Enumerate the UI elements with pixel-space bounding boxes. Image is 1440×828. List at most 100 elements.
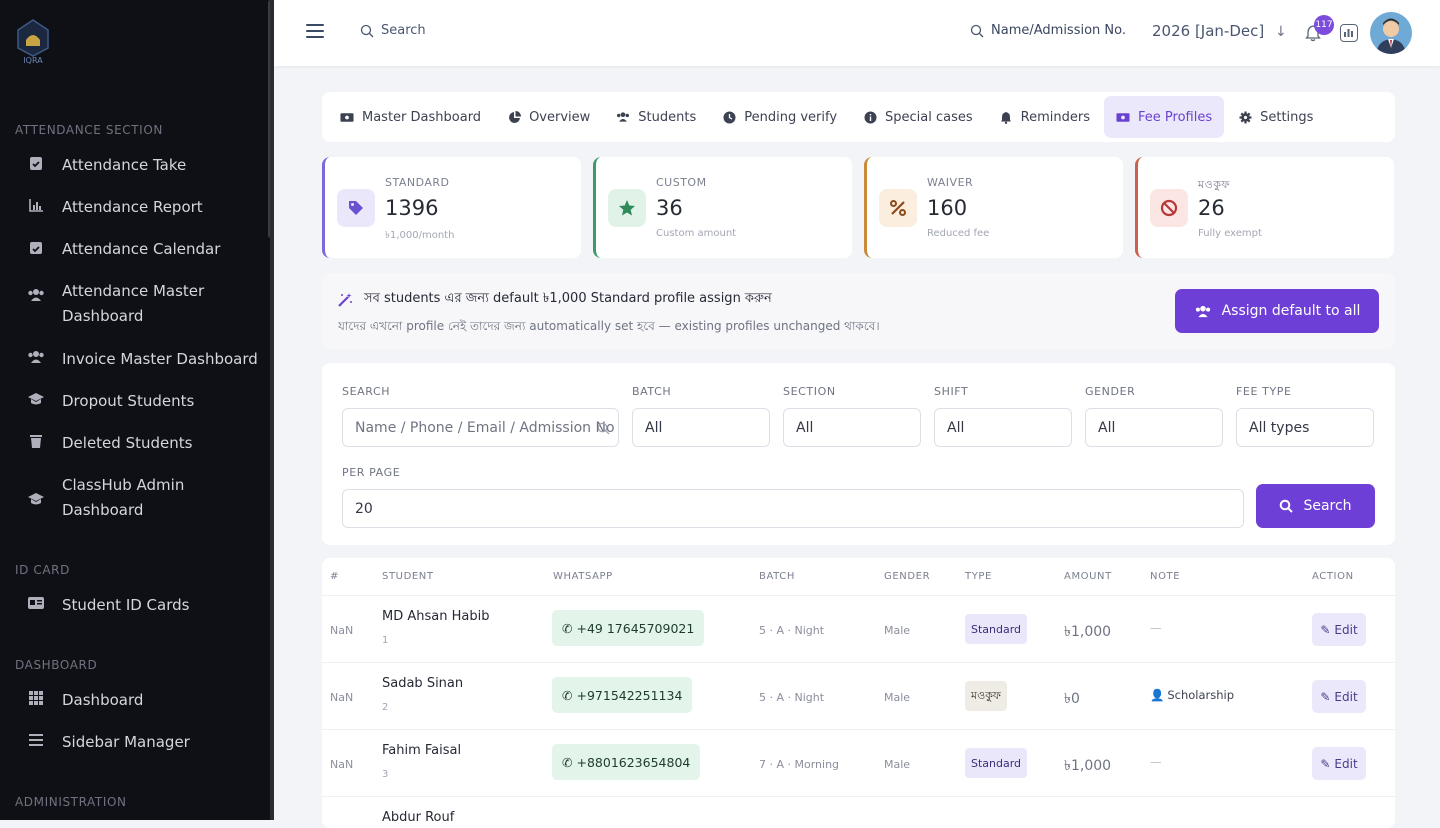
search-filter-label: SEARCH bbox=[342, 385, 391, 398]
sidebar-item-attendance-master[interactable]: Attendance Master Dashboard bbox=[0, 279, 270, 329]
search-icon bbox=[970, 24, 984, 37]
edit-button[interactable]: ✎ Edit bbox=[1312, 747, 1366, 780]
edit-icon: ✎ bbox=[1320, 622, 1331, 637]
fee-type-select[interactable]: All types bbox=[1236, 408, 1374, 447]
gender-cell: Male bbox=[884, 691, 911, 704]
clock-icon bbox=[722, 110, 736, 124]
edit-button[interactable]: ✎ Edit bbox=[1312, 680, 1366, 713]
student-name[interactable]: MD Ahsan Habib bbox=[382, 609, 489, 624]
stat-card-waiver: WAIVER 160 Reduced fee bbox=[864, 157, 1123, 258]
gender-select[interactable]: All bbox=[1085, 408, 1223, 447]
sidebar-item-dashboard[interactable]: Dashboard bbox=[0, 688, 270, 713]
list-icon bbox=[26, 730, 46, 750]
shift-select[interactable]: All bbox=[934, 408, 1072, 447]
tab-bar: Master Dashboard Overview Students Pendi… bbox=[322, 92, 1395, 142]
table-header-whatsapp: WHATSAPP bbox=[553, 571, 613, 582]
search-input[interactable]: Name / Phone / Email / Admission No bbox=[342, 408, 619, 447]
table-header-action: ACTION bbox=[1312, 571, 1354, 582]
tab-label: Overview bbox=[529, 109, 591, 125]
student-name[interactable]: Fahim Faisal bbox=[382, 743, 461, 758]
per-page-input[interactable]: 20 bbox=[342, 489, 1244, 528]
stat-label: মওকুফ bbox=[1198, 178, 1230, 191]
tab-reminders[interactable]: Reminders bbox=[987, 96, 1102, 138]
table-header-index: # bbox=[330, 571, 339, 582]
search-button[interactable]: Search bbox=[1256, 484, 1375, 528]
note-cell: — bbox=[1150, 755, 1162, 769]
stat-value: 36 bbox=[656, 196, 683, 220]
student-name[interactable]: Abdur Rouf bbox=[382, 810, 454, 825]
table-row: NaN MD Ahsan Habib 1 ✆ +49 17645709021 5 … bbox=[322, 595, 1395, 662]
clipboard-check-icon bbox=[26, 153, 46, 173]
tab-label: Master Dashboard bbox=[362, 109, 482, 125]
avatar[interactable] bbox=[1370, 12, 1412, 54]
tab-special-cases[interactable]: Special cases bbox=[851, 96, 985, 138]
whatsapp-number: +49 17645709021 bbox=[576, 620, 695, 636]
sidebar-item-label: Student ID Cards bbox=[62, 596, 190, 614]
gear-icon bbox=[1238, 110, 1252, 124]
assign-default-button[interactable]: Assign default to all bbox=[1175, 289, 1379, 333]
tab-fee-profiles[interactable]: Fee Profiles bbox=[1104, 96, 1225, 138]
section-select[interactable]: All bbox=[783, 408, 921, 447]
year-selector[interactable]: 2026 [Jan-Dec] ↓ bbox=[1152, 22, 1287, 40]
whatsapp-link[interactable]: ✆ +49 17645709021 bbox=[552, 610, 705, 646]
tab-master-dashboard[interactable]: Master Dashboard bbox=[328, 96, 493, 138]
money-icon bbox=[1116, 110, 1130, 124]
top-search[interactable]: Search bbox=[360, 23, 426, 38]
whatsapp-link[interactable]: ✆ +8801623654804 bbox=[552, 744, 701, 780]
tab-pending-verify[interactable]: Pending verify bbox=[710, 96, 849, 138]
tab-students[interactable]: Students bbox=[604, 96, 708, 138]
batch-filter-label: BATCH bbox=[632, 385, 672, 398]
type-badge: Standard bbox=[965, 748, 1028, 778]
whatsapp-link[interactable]: ✆ +971542251134 bbox=[552, 677, 693, 713]
notification-badge: 117 bbox=[1314, 15, 1334, 35]
id-card-icon bbox=[26, 593, 46, 613]
whatsapp-number: +8801623654804 bbox=[576, 754, 691, 770]
search-icon bbox=[360, 24, 374, 37]
sidebar-scrollbar[interactable] bbox=[268, 0, 270, 238]
amount-cell: ৳1,000 bbox=[1064, 624, 1112, 640]
percent-icon bbox=[879, 189, 917, 227]
per-page-value: 20 bbox=[355, 500, 373, 517]
stat-value: 26 bbox=[1198, 196, 1225, 220]
assign-default-banner: সব students এর জন্য default ৳1,000 Stand… bbox=[322, 273, 1395, 349]
batch-select[interactable]: All bbox=[632, 408, 770, 447]
tab-overview[interactable]: Overview bbox=[495, 96, 602, 138]
name-admission-search[interactable]: Name/Admission No. bbox=[970, 23, 1126, 38]
sidebar-item-label: Attendance Take bbox=[62, 156, 187, 174]
student-name[interactable]: Sadab Sinan bbox=[382, 676, 463, 691]
sidebar-item-student-id-cards[interactable]: Student ID Cards bbox=[0, 593, 270, 618]
users-icon bbox=[26, 347, 46, 367]
tab-settings[interactable]: Settings bbox=[1226, 96, 1325, 138]
users-icon bbox=[26, 285, 46, 305]
tab-label: Pending verify bbox=[744, 109, 838, 125]
edit-label: Edit bbox=[1334, 689, 1358, 704]
edit-button[interactable]: ✎ Edit bbox=[1312, 613, 1366, 646]
sidebar-item-invoice-master[interactable]: Invoice Master Dashboard bbox=[0, 347, 270, 372]
sidebar-item-dropout-students[interactable]: Dropout Students bbox=[0, 389, 270, 414]
info-icon bbox=[863, 110, 877, 124]
sidebar-item-sidebar-manager[interactable]: Sidebar Manager bbox=[0, 730, 270, 755]
menu-toggle-icon[interactable] bbox=[306, 24, 324, 39]
sidebar-item-attendance-report[interactable]: Attendance Report bbox=[0, 195, 270, 220]
analytics-icon[interactable] bbox=[1340, 24, 1358, 42]
row-index: NaN bbox=[330, 758, 354, 771]
assign-title-row: সব students এর জন্য default ৳1,000 Stand… bbox=[338, 289, 772, 310]
tab-label: Special cases bbox=[885, 109, 973, 125]
table-row: NaN Sadab Sinan 2 ✆ +971542251134 5 · A ·… bbox=[322, 662, 1395, 729]
section-filter-label: SECTION bbox=[783, 385, 836, 398]
sidebar-item-deleted-students[interactable]: Deleted Students bbox=[0, 431, 270, 456]
sidebar-item-classhub-admin[interactable]: ClassHub Admin Dashboard bbox=[0, 473, 270, 523]
gender-cell: Male bbox=[884, 758, 911, 771]
logo-icon[interactable]: IQRA bbox=[14, 18, 52, 66]
users-icon bbox=[616, 110, 630, 124]
sidebar-item-attendance-take[interactable]: Attendance Take bbox=[0, 153, 270, 178]
sidebar-section-administration: ADMINISTRATION bbox=[15, 795, 127, 809]
stat-value: 1396 bbox=[385, 196, 439, 220]
assign-title: সব students এর জন্য default ৳1,000 Stand… bbox=[364, 291, 772, 306]
stat-card-custom: CUSTOM 36 Custom amount bbox=[593, 157, 852, 258]
assign-default-label: Assign default to all bbox=[1221, 303, 1361, 319]
fee-type-select-value: All types bbox=[1249, 419, 1310, 436]
graduation-cap-icon bbox=[26, 389, 46, 409]
amount-cell: ৳1,000 bbox=[1064, 758, 1112, 774]
sidebar-item-attendance-calendar[interactable]: Attendance Calendar bbox=[0, 237, 270, 262]
